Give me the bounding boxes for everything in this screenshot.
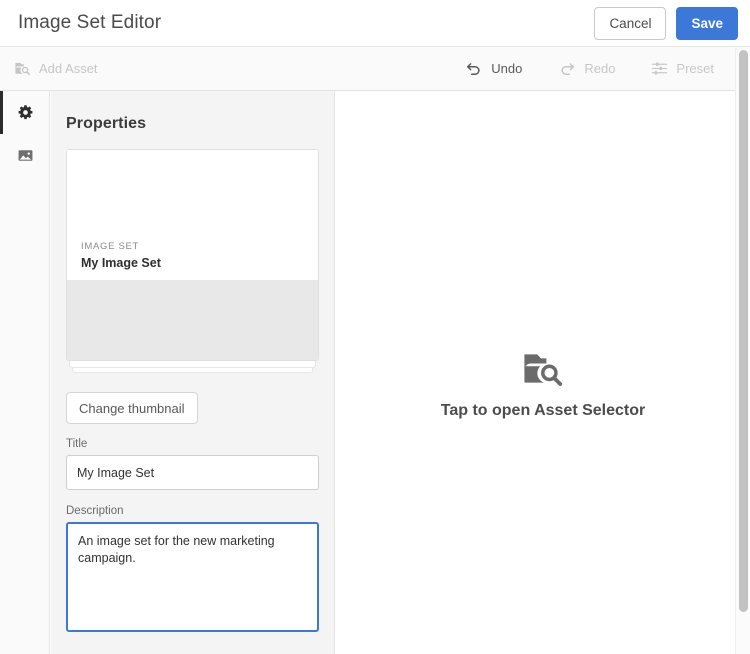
folder-search-icon [521, 347, 565, 391]
description-textarea[interactable] [66, 522, 319, 632]
page-title: Image Set Editor [18, 12, 162, 33]
undo-label: Undo [491, 61, 523, 76]
card-preview-area: IMAGE SET My Image Set [67, 150, 318, 280]
thumbnail-card-stack: IMAGE SET My Image Set [66, 149, 319, 373]
add-asset-label: Add Asset [39, 61, 98, 76]
card-type-label: IMAGE SET [81, 241, 140, 252]
preset-label: Preset [676, 61, 714, 76]
change-thumbnail-button[interactable]: Change thumbnail [66, 392, 198, 424]
sidebar-item-properties[interactable] [0, 91, 50, 134]
asset-canvas: Tap to open Asset Selector [336, 91, 750, 654]
card-placeholder-area [67, 280, 318, 360]
title-field-label: Title [66, 438, 88, 450]
asset-selector-label: Tap to open Asset Selector [440, 402, 646, 419]
app-header: Image Set Editor Cancel Save [0, 0, 750, 47]
redo-arrow-icon [558, 60, 576, 78]
sidebar-item-assets[interactable] [0, 134, 50, 177]
image-icon [17, 147, 34, 164]
preset-button[interactable]: Preset [651, 60, 714, 77]
redo-button[interactable]: Redo [558, 60, 615, 78]
save-button[interactable]: Save [676, 6, 738, 40]
asset-selector-empty-state[interactable]: Tap to open Asset Selector [441, 347, 645, 420]
sliders-icon [651, 60, 668, 77]
gear-icon [17, 104, 34, 121]
page-scrollbar-track[interactable] [735, 48, 750, 654]
card-title-label: My Image Set [81, 256, 161, 270]
editor-toolbar: Add Asset Undo Redo Preset [0, 47, 750, 91]
description-field-label: Description [66, 505, 124, 517]
description-field-wrap [66, 522, 319, 632]
add-asset-button[interactable]: Add Asset [14, 60, 98, 77]
undo-button[interactable]: Undo [465, 60, 522, 78]
card-meta: IMAGE SET My Image Set [81, 241, 161, 270]
properties-panel: Properties IMAGE SET My Image Set Change… [51, 91, 335, 654]
image-set-thumbnail-card[interactable]: IMAGE SET My Image Set [66, 149, 319, 361]
header-actions: Cancel Save [594, 6, 738, 40]
undo-arrow-icon [465, 60, 483, 78]
toolbar-right-group: Undo Redo Preset [465, 60, 736, 78]
folder-search-icon [14, 60, 31, 77]
redo-label: Redo [584, 61, 616, 76]
properties-heading: Properties [66, 115, 147, 132]
cancel-button[interactable]: Cancel [594, 6, 667, 40]
left-rail [0, 91, 50, 654]
title-input[interactable] [66, 455, 319, 490]
page-scrollbar-thumb[interactable] [739, 50, 748, 612]
image-set-editor-window: Image Set Editor Cancel Save Add Asset U… [0, 0, 750, 654]
